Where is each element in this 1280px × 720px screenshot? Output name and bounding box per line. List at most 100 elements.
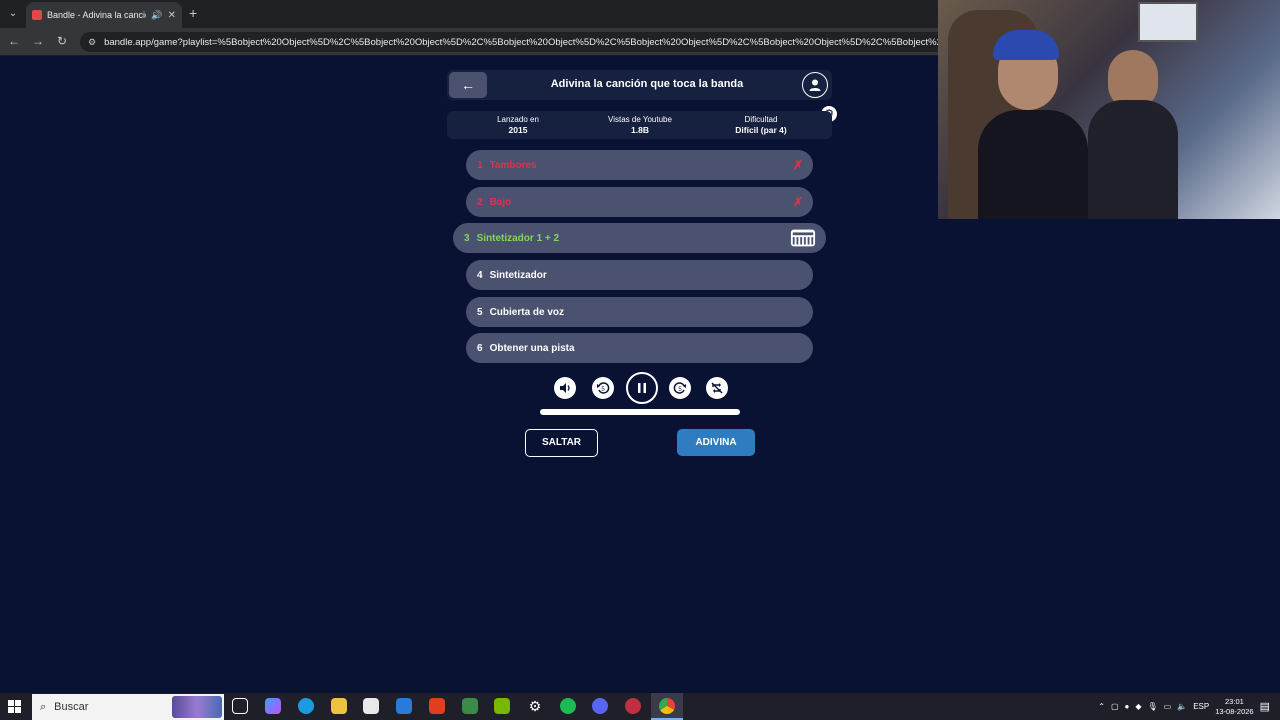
brave-icon[interactable]: [429, 698, 445, 714]
page-title: Adivina la canción que toca la banda: [550, 78, 744, 90]
taskbar-search[interactable]: ⌕ Buscar: [32, 694, 224, 720]
profile-button[interactable]: [802, 72, 828, 98]
obs-icon[interactable]: [625, 698, 641, 714]
track-label: Obtener una pista: [489, 342, 575, 354]
tray-app-icon[interactable]: ●: [1125, 702, 1130, 711]
forward-5-icon: 5: [673, 382, 686, 394]
track-bass[interactable]: 2 Bajo ✗: [466, 187, 813, 217]
track-number: 6: [477, 342, 483, 354]
difficulty-label: Dificultad: [744, 115, 778, 124]
discord-icon[interactable]: [592, 698, 608, 714]
svg-text:5: 5: [601, 387, 605, 393]
game-header: ← Adivina la canción que toca la banda: [447, 70, 832, 100]
playback-controls: 5 5: [553, 371, 733, 405]
mail-icon[interactable]: [396, 698, 412, 714]
back-button[interactable]: ←: [449, 72, 487, 98]
skip-button[interactable]: SALTAR: [525, 429, 598, 457]
edge-icon[interactable]: [298, 698, 314, 714]
loop-off-button[interactable]: [706, 377, 728, 399]
forward-arrow-icon[interactable]: →: [30, 34, 46, 48]
fail-x-icon: ✗: [792, 158, 803, 172]
progress-bar[interactable]: [540, 409, 740, 415]
chrome-taskbar-button[interactable]: [651, 693, 683, 720]
difficulty-value: Difícil (par 4): [735, 125, 787, 135]
clock-time: 23:01: [1225, 696, 1244, 706]
track-label: Sintetizador: [489, 269, 547, 281]
track-synth-1-2[interactable]: 3 Sintetizador 1 + 2: [453, 223, 826, 253]
views-info: Vistas de Youtube 1.8B: [580, 115, 700, 135]
track-label: Bajo: [489, 196, 512, 208]
copilot-icon[interactable]: [265, 698, 281, 714]
released-info: Lanzado en 2015: [458, 115, 578, 135]
tab-title: Bandle - Adivina la canción: [47, 10, 147, 20]
file-explorer-icon[interactable]: [331, 698, 347, 714]
track-number: 5: [477, 306, 483, 318]
fail-x-icon: ✗: [792, 195, 803, 209]
repeat-off-icon: [711, 382, 723, 394]
track-hint[interactable]: 6 Obtener una pista: [466, 333, 813, 363]
url-text: bandle.app/game?playlist=%5Bobject%20Obj…: [104, 36, 950, 48]
track-vocals[interactable]: 5 Cubierta de voz: [466, 297, 813, 327]
app-icon[interactable]: [462, 698, 478, 714]
webcam-overlay: [938, 0, 1280, 219]
tab-search-icon[interactable]: ⌄: [4, 5, 22, 23]
windows-start-icon[interactable]: [8, 700, 21, 713]
pause-button[interactable]: [626, 372, 658, 404]
network-icon[interactable]: ▭: [1164, 702, 1172, 711]
reload-icon[interactable]: ↻: [54, 34, 70, 48]
new-tab-plus-icon[interactable]: +: [189, 5, 197, 21]
search-icon: ⌕: [40, 700, 47, 713]
speaker-icon[interactable]: 🔈: [1177, 702, 1187, 711]
track-label: Tambores: [489, 159, 537, 171]
released-value: 2015: [508, 125, 528, 135]
released-label: Lanzado en: [497, 115, 539, 124]
keyboard-icon: [790, 229, 816, 247]
chevron-up-icon[interactable]: ⌃: [1098, 702, 1105, 711]
views-value: 1.8B: [631, 125, 649, 135]
wall-poster: [1138, 2, 1198, 42]
volume-button[interactable]: [554, 377, 576, 399]
user-icon: [809, 79, 821, 91]
spotify-icon[interactable]: [560, 698, 576, 714]
windows-taskbar: ⌕ Buscar ⚙ ⌃ ▢ ● ◆ 🎙 ▭ 🔈 ESP 23:01 13-08…: [0, 693, 1280, 720]
track-number: 1: [477, 159, 483, 171]
pause-icon: [638, 383, 646, 393]
site-info-icon[interactable]: ⚙: [88, 37, 96, 48]
track-synth[interactable]: 4 Sintetizador: [466, 260, 813, 290]
difficulty-info: Dificultad Difícil (par 4): [701, 115, 821, 135]
speaker-icon[interactable]: 🔊: [151, 10, 162, 21]
browser-tab[interactable]: Bandle - Adivina la canción 🔊 ✕: [26, 2, 182, 28]
nvidia-icon[interactable]: [494, 698, 510, 714]
second-person-shirt: [1088, 100, 1178, 219]
forward-5-button[interactable]: 5: [669, 377, 691, 399]
views-label: Vistas de Youtube: [608, 115, 672, 124]
track-number: 2: [477, 196, 483, 208]
settings-gear-icon[interactable]: ⚙: [527, 698, 543, 714]
guess-button[interactable]: ADIVINA: [677, 429, 755, 456]
volume-icon: [560, 383, 570, 393]
song-info-bar: Lanzado en 2015 Vistas de Youtube 1.8B D…: [447, 111, 832, 139]
tray-app-icon[interactable]: ◆: [1135, 702, 1141, 711]
notification-icon[interactable]: ▤: [1260, 700, 1270, 713]
person-cap: [993, 30, 1059, 60]
store-icon[interactable]: [363, 698, 379, 714]
bandle-favicon-icon: [32, 10, 42, 20]
rewind-5-icon: 5: [597, 382, 610, 394]
person-shirt: [978, 110, 1088, 219]
tray-app-icon[interactable]: ▢: [1111, 702, 1119, 711]
track-drums[interactable]: 1 Tambores ✗: [466, 150, 813, 180]
rewind-5-button[interactable]: 5: [592, 377, 614, 399]
track-number: 4: [477, 269, 483, 281]
chrome-icon: [659, 698, 675, 714]
search-placeholder: Buscar: [54, 701, 89, 713]
back-arrow-icon[interactable]: ←: [6, 34, 22, 48]
task-view-icon[interactable]: [232, 698, 248, 714]
track-label: Sintetizador 1 + 2: [476, 232, 560, 244]
microphone-icon[interactable]: 🎙: [1148, 702, 1158, 711]
search-highlight-image: [172, 696, 222, 718]
system-tray: ⌃ ▢ ● ◆ 🎙 ▭ 🔈 ESP 23:01 13-08-2026 ▤: [1098, 693, 1280, 720]
language-indicator[interactable]: ESP: [1193, 702, 1209, 711]
address-bar[interactable]: ⚙ bandle.app/game?playlist=%5Bobject%20O…: [80, 32, 950, 52]
clock[interactable]: 23:01 13-08-2026: [1215, 697, 1253, 717]
close-icon[interactable]: ✕: [168, 10, 176, 21]
